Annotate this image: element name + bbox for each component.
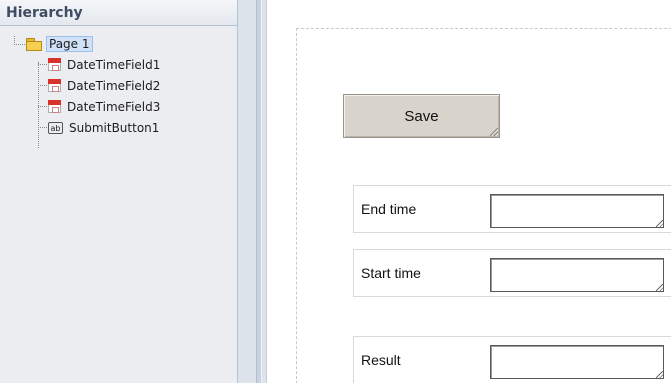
start-time-input[interactable]: [490, 258, 664, 292]
tree-node-datetimefield2[interactable]: DateTimeField2: [0, 75, 237, 96]
design-canvas: Save End time Start time Result: [268, 0, 671, 383]
end-time-input[interactable]: [490, 194, 664, 228]
calendar-icon: [48, 58, 61, 71]
resize-grip-icon[interactable]: [490, 128, 498, 136]
result-input[interactable]: [490, 345, 664, 379]
folder-icon: [26, 38, 42, 51]
tree-node-label: SubmitButton1: [69, 120, 160, 135]
save-button[interactable]: Save: [343, 94, 500, 138]
hierarchy-panel: Hierarchy Page 1 DateTimeField1 DateTime…: [0, 0, 238, 383]
splitter-handle[interactable]: [256, 0, 262, 383]
tree-node-label: DateTimeField2: [67, 78, 161, 93]
calendar-icon: [48, 79, 61, 92]
save-button-label: Save: [404, 107, 439, 125]
tree-node-datetimefield1[interactable]: DateTimeField1: [0, 54, 237, 75]
calendar-icon: [48, 100, 61, 113]
hierarchy-title: Hierarchy: [0, 0, 237, 26]
tree-node-label: DateTimeField3: [67, 99, 161, 114]
hierarchy-tree: Page 1 DateTimeField1 DateTimeField2 Dat…: [0, 26, 237, 148]
end-time-field: End time: [353, 185, 671, 233]
designer-window: Hierarchy Page 1 DateTimeField1 DateTime…: [0, 0, 671, 383]
tree-node-datetimefield3[interactable]: DateTimeField3: [0, 96, 237, 117]
start-time-label: Start time: [361, 265, 421, 281]
end-time-label: End time: [361, 201, 417, 217]
tree-node-submitbutton1[interactable]: ab SubmitButton1: [0, 117, 237, 138]
tree-node-page-1[interactable]: Page 1: [0, 34, 237, 54]
tree-node-label: DateTimeField1: [67, 57, 161, 72]
result-field: Result: [353, 336, 671, 383]
text-ab-icon: ab: [48, 121, 63, 134]
panel-splitter[interactable]: [238, 0, 267, 383]
start-time-field: Start time: [353, 249, 671, 297]
tree-node-label: Page 1: [46, 36, 93, 52]
result-label: Result: [361, 352, 401, 368]
